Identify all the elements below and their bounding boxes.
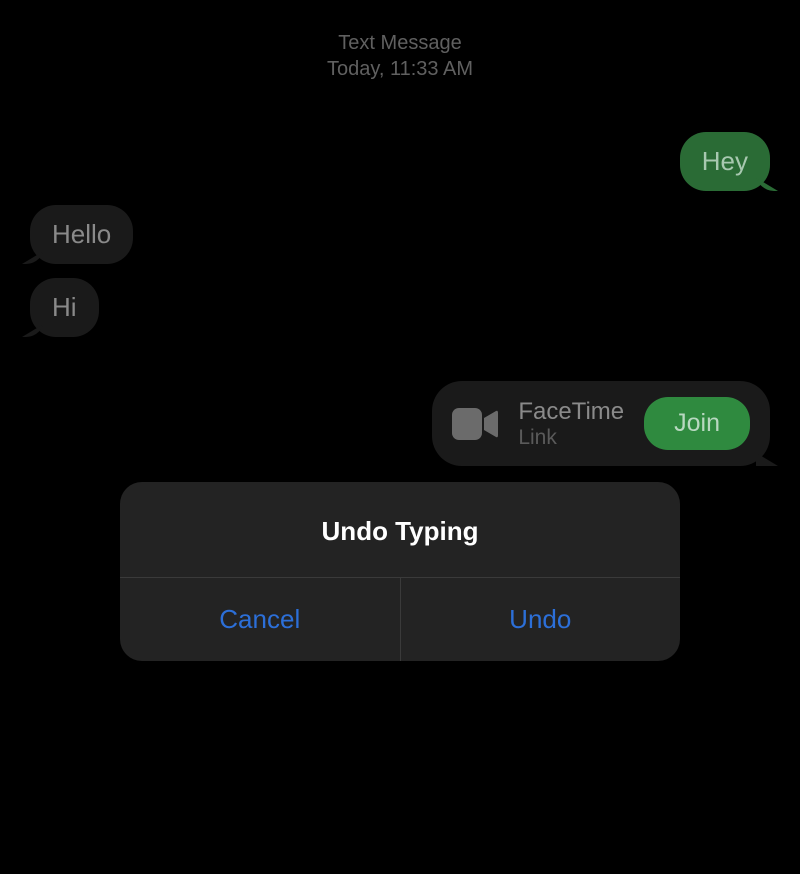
facetime-title: FaceTime [518,398,624,426]
join-button[interactable]: Join [644,397,750,450]
received-message-group: Hello Hi [30,205,770,351]
sent-message-bubble[interactable]: Hey [680,132,770,191]
facetime-text-group: FaceTime Link [518,398,624,450]
header-timestamp: Today, 11:33 AM [0,56,800,82]
undo-button-label: Undo [509,604,571,634]
undo-dialog: Undo Typing Cancel Undo [120,482,680,661]
facetime-link-card[interactable]: FaceTime Link Join [432,381,770,466]
video-icon [452,408,498,440]
header-title: Text Message [0,30,800,56]
undo-button[interactable]: Undo [401,578,681,661]
facetime-subtitle: Link [518,426,624,450]
conversation-header: Text Message Today, 11:33 AM [0,0,800,82]
cancel-button-label: Cancel [219,604,300,634]
dialog-button-row: Cancel Undo [120,577,680,661]
undo-dialog-overlay: Undo Typing Cancel Undo [120,482,680,661]
message-text: Hi [52,292,77,322]
dialog-title: Undo Typing [120,482,680,577]
received-message-bubble[interactable]: Hello [30,205,133,264]
join-button-label: Join [674,409,720,437]
received-message-bubble[interactable]: Hi [30,278,99,337]
cancel-button[interactable]: Cancel [120,578,401,661]
message-text: Hey [702,146,748,176]
message-text: Hello [52,219,111,249]
messages-container: Hey Hello Hi FaceTime Link Join [0,82,800,486]
